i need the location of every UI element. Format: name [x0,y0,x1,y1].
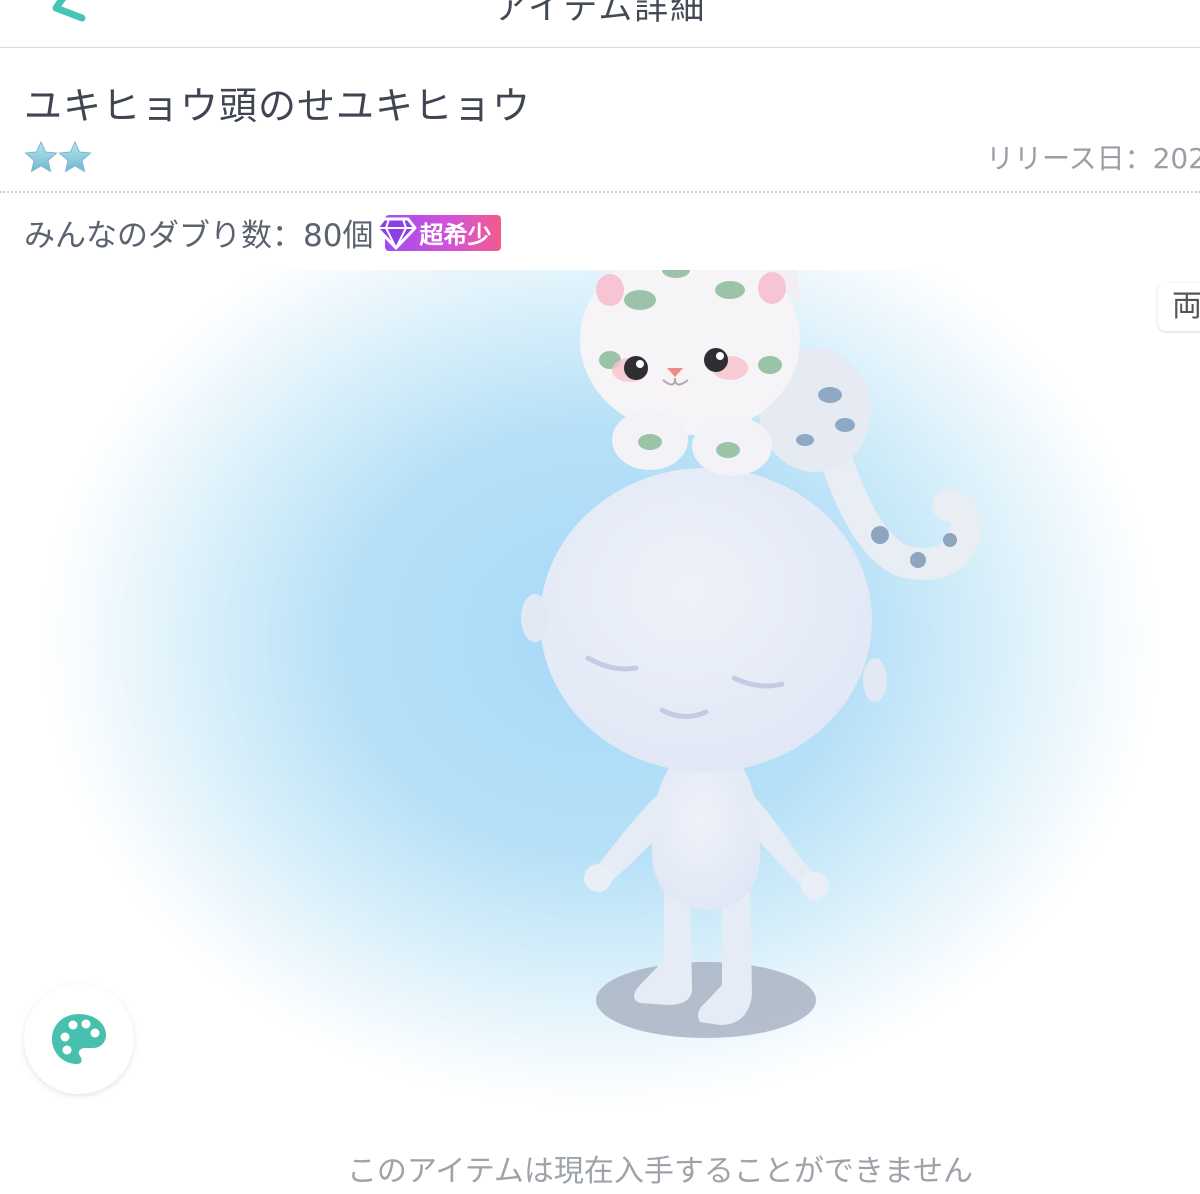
page-title: アイテム詳細 [493,0,707,28]
item-preview: 両 [0,270,1200,1110]
rarity-badge: 超希少 [375,214,502,251]
avatar-preview-image [521,270,983,1038]
duplicate-count-text: みんなのダブり数：80個 [24,218,374,254]
release-date: リリース日：202 [986,142,1200,175]
availability-note: このアイテムは現在入手することができません [346,1154,974,1189]
star-icon [58,141,92,173]
item-info-panel: ユキヒョウ頭のせユキヒョウ リリース日：202 みんなのダブり数：80個 超希少 [0,48,1200,270]
star-icon [24,141,58,173]
rarity-badge-label: 超希少 [419,221,492,249]
divider [0,191,1200,193]
palette-icon [52,1014,106,1064]
rarity-stars [24,141,92,173]
diamond-icon [375,217,417,250]
color-palette-button[interactable] [24,984,134,1094]
nav-bar: アイテム詳細 [0,0,1200,48]
item-name: ユキヒョウ頭のせユキヒョウ [24,84,532,128]
duplicate-count: みんなのダブり数：80個 超希少 [24,210,502,255]
